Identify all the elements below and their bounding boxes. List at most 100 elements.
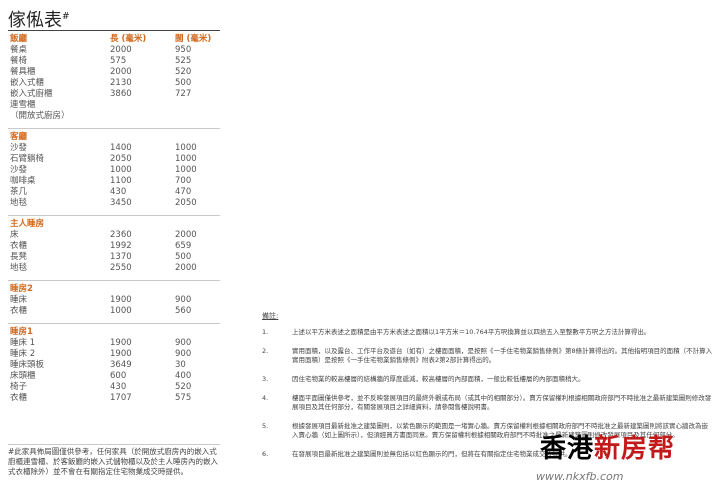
section-1: 客廳 沙發 1400 1000 石臂躺椅 2050 1000 沙發 1000 1000 咖啡桌 110…: [8, 128, 220, 215]
watermark-url: www.nkxfb.com: [536, 470, 624, 483]
note-text: 因住宅物業的較高樓層的結構牆的厚度遞減，較高樓層的內部面積，一般比較低樓層的內部…: [292, 375, 585, 383]
item-name: 嵌入式櫃: [10, 78, 45, 88]
item-length: 1900: [110, 349, 132, 359]
watermark-part3: 帮: [648, 434, 676, 464]
item-name: 地毯: [10, 198, 28, 208]
table-row: （開放式廚房）: [8, 111, 220, 122]
item-name: 石臂躺椅: [10, 154, 45, 164]
table-row: 餐具櫃 2000 520: [8, 67, 220, 78]
item-name: 長凳: [10, 252, 28, 262]
item-length: 1400: [110, 143, 132, 153]
item-length: 3649: [110, 360, 132, 370]
section-name: 客廳: [10, 132, 28, 142]
item-length: 1370: [110, 252, 132, 262]
item-width: 950: [175, 45, 192, 55]
item-width: 520: [175, 382, 192, 392]
item-length: 2550: [110, 263, 132, 273]
note-number: 2.: [262, 347, 269, 355]
item-width: 525: [175, 56, 192, 66]
section-3: 睡房2 睡床 1900 900 衣櫃 1000 560: [8, 280, 220, 323]
item-width: 400: [175, 371, 192, 381]
section-header: 客廳: [8, 132, 220, 143]
table-row: 睡床 1900 900: [8, 295, 220, 306]
table-row: 睡床頭板 3649 30: [8, 360, 220, 371]
item-name: 睡床 1: [10, 338, 36, 348]
note-number: 1.: [262, 328, 269, 336]
table-row: 床頭櫃 600 400: [8, 371, 220, 382]
item-width: 500: [175, 78, 192, 88]
note-number: 5.: [262, 422, 269, 430]
table-row: 長凳 1370 500: [8, 252, 220, 263]
note-text: 實用面積，以及露台、工作平台及遊台（如有）之樓面面積，是按照《一手住宅物業銷售條…: [292, 347, 713, 364]
item-width: 1000: [175, 165, 197, 175]
item-name: 地毯: [10, 263, 28, 273]
item-width: [175, 111, 220, 122]
note-text: 上述以平方米表述之面積是由平方米表述之面積以1平方米＝10.764平方呎換算並以…: [292, 328, 651, 336]
item-name: 沙發: [10, 143, 28, 153]
item-name: 睡床 2: [10, 349, 36, 359]
furniture-table: 飯廳 長 (毫米) 闊 (毫米) 餐桌 2000 950 餐椅 575 525 餐具櫃 2000 52…: [8, 30, 220, 410]
table-row: 地毯 3450 2050: [8, 198, 220, 209]
item-length: 3860: [110, 89, 132, 99]
item-width: 2050: [175, 198, 197, 208]
item-name: 餐桌: [10, 45, 28, 55]
table-row: 餐椅 575 525: [8, 56, 220, 67]
watermark-part1: 香港: [540, 434, 595, 464]
footnote: #此家具佈局圖僅供參考，任何家具（於開放式廚房內的嵌入式廚櫃連雪櫃、於客飯廳的嵌…: [8, 444, 220, 477]
item-length: 2050: [110, 154, 132, 164]
item-width: 560: [175, 306, 192, 316]
item-width: 900: [175, 338, 192, 348]
note-item: 2. 實用面積，以及露台、工作平台及遊台（如有）之樓面面積，是按照《一手住宅物業銷…: [262, 347, 714, 365]
note-item: 1. 上述以平方米表述之面積是由平方米表述之面積以1平方米＝10.764平方呎換算…: [262, 328, 714, 337]
item-length: 600: [110, 371, 127, 381]
table-row: 沙發 1000 1000: [8, 165, 220, 176]
width-header: 闊 (毫米): [175, 34, 212, 44]
item-name: （開放式廚房）: [10, 111, 70, 121]
item-name: 衣櫃: [10, 306, 28, 316]
item-name: 沙發: [10, 165, 28, 175]
watermark-part2: 新房: [594, 434, 649, 464]
item-width: 727: [175, 89, 192, 99]
item-name: 床頭櫃: [10, 371, 36, 381]
item-length: 1900: [110, 338, 132, 348]
item-name: 睡床: [10, 295, 28, 305]
table-row: 沙發 1400 1000: [8, 143, 220, 154]
section-header: 睡房1: [8, 327, 220, 338]
section-4: 睡房1 睡床 1 1900 900 睡床 2 1900 900 睡床頭板 3649 30 床頭櫃 60…: [8, 323, 220, 410]
table-row: 地毯 2550 2000: [8, 263, 220, 274]
item-length: 2000: [110, 45, 132, 55]
table-row: 嵌入式櫃 2130 500: [8, 78, 220, 89]
item-width: 470: [175, 187, 192, 197]
table-row: 衣櫃 1707 575: [8, 393, 220, 404]
item-length: 2130: [110, 78, 132, 88]
item-width: 2000: [175, 230, 197, 240]
item-name: 嵌入式廚櫃: [10, 89, 53, 99]
item-width: 520: [175, 67, 192, 77]
length-header: [110, 327, 175, 338]
table-row: 睡床 1 1900 900: [8, 338, 220, 349]
item-name: 衣櫃: [10, 241, 28, 251]
section-name: 飯廳: [10, 34, 28, 44]
item-length: 430: [110, 187, 127, 197]
length-header: [110, 132, 175, 143]
section-header: 睡房2: [8, 284, 220, 295]
section-name: 主人睡房: [10, 219, 45, 229]
item-length: 430: [110, 382, 127, 392]
item-length: 1900: [110, 295, 132, 305]
item-length: 1707: [110, 393, 132, 403]
table-row: 咖啡桌 1100 700: [8, 176, 220, 187]
item-length: 2000: [110, 67, 132, 77]
notes-title: 備註:: [262, 312, 279, 320]
table-row: 連雪櫃: [8, 100, 220, 111]
item-name: 連雪櫃: [10, 100, 36, 110]
item-name: 床: [10, 230, 19, 240]
title-mark: #: [62, 12, 70, 22]
section-0: 飯廳 長 (毫米) 闊 (毫米) 餐桌 2000 950 餐椅 575 525 餐具櫃 2000 52…: [8, 30, 220, 128]
width-header: [175, 327, 220, 338]
table-row: 椅子 430 520: [8, 382, 220, 393]
length-header: 長 (毫米): [110, 34, 147, 44]
note-number: 6.: [262, 450, 269, 458]
width-header: [175, 132, 220, 143]
table-row: 石臂躺椅 2050 1000: [8, 154, 220, 165]
item-length: 1992: [110, 241, 132, 251]
